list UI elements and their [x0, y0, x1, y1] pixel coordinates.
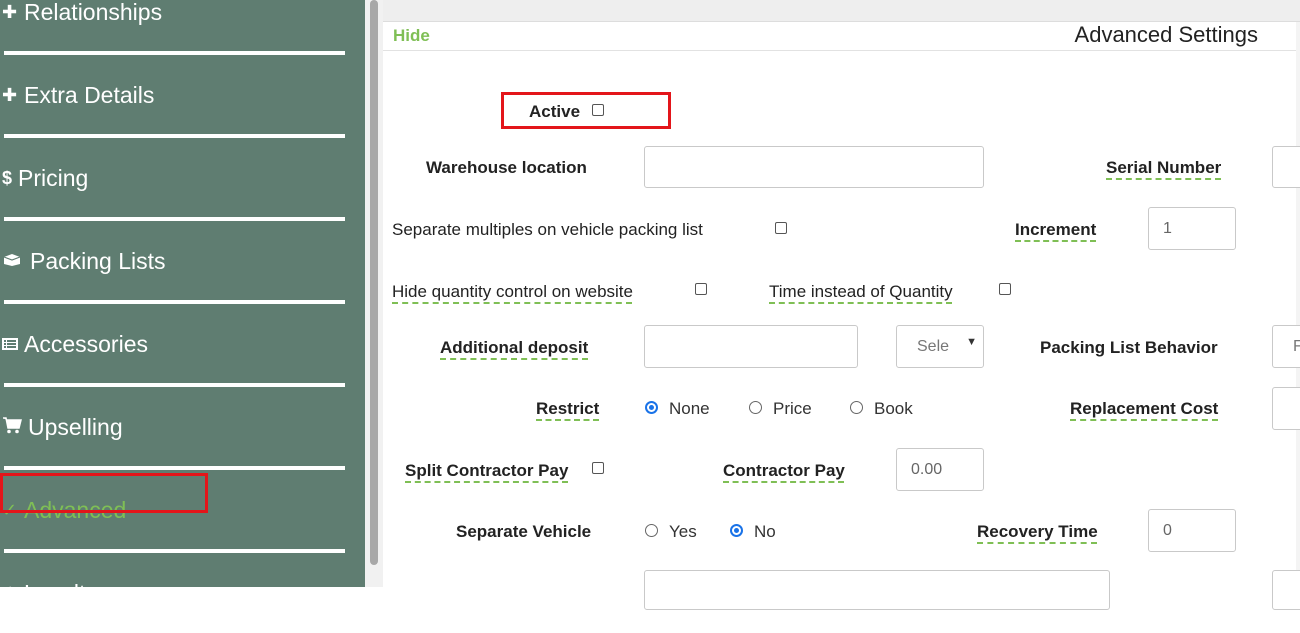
- scrollbar-thumb[interactable]: [370, 0, 378, 565]
- packing-list-behavior-value: F: [1293, 338, 1300, 356]
- sidebar-item-loyalty[interactable]: ★ Loyalty: [0, 553, 345, 633]
- replacement-cost-label: Replacement Cost: [1070, 399, 1219, 418]
- replacement-cost-input[interactable]: [1272, 387, 1300, 430]
- increment-label: Increment: [1015, 220, 1097, 239]
- next-row-input[interactable]: [644, 570, 1110, 610]
- contractor-pay-label: Contractor Pay: [723, 461, 845, 480]
- sidebar-item-upselling[interactable]: Upselling: [0, 387, 345, 467]
- sidebar-item-relationships[interactable]: ✚ Relationships: [0, 0, 345, 52]
- hide-quantity-checkbox[interactable]: [695, 283, 707, 295]
- sidebar-item-label: Packing Lists: [30, 247, 166, 274]
- recovery-time-input[interactable]: [1148, 509, 1236, 552]
- restrict-label: Restrict: [536, 399, 600, 418]
- time-instead-label: Time instead of Quantity: [769, 282, 953, 301]
- hide-link[interactable]: Hide: [393, 26, 430, 46]
- deposit-type-value: Sele: [917, 338, 950, 355]
- separate-vehicle-no-radio[interactable]: [730, 524, 743, 537]
- hide-quantity-label: Hide quantity control on website: [392, 282, 633, 301]
- separate-vehicle-yes-label: Yes: [669, 522, 697, 541]
- active-label: Active: [529, 102, 581, 121]
- time-instead-checkbox[interactable]: [999, 283, 1011, 295]
- sidebar-item-packing-lists[interactable]: Packing Lists: [0, 221, 345, 301]
- separate-vehicle-no-label: No: [754, 522, 776, 541]
- highlight-box: [0, 473, 208, 513]
- increment-input[interactable]: [1148, 207, 1236, 250]
- packing-list-behavior-select[interactable]: F: [1272, 325, 1300, 368]
- warehouse-location-input[interactable]: [644, 146, 984, 188]
- sidebar-item-extra-details[interactable]: ✚ Extra Details: [0, 55, 345, 135]
- packing-list-behavior-label: Packing List Behavior: [1040, 338, 1218, 357]
- sidebar-item-label: Pricing: [18, 164, 89, 191]
- list-icon: [2, 334, 22, 355]
- recovery-time-label: Recovery Time: [977, 522, 1098, 541]
- box-icon: [2, 251, 28, 272]
- sidebar-item-label: Loyalty: [24, 579, 97, 606]
- panel-edge: [1296, 22, 1300, 587]
- sidebar-item-label: Upselling: [28, 413, 123, 440]
- serial-number-input[interactable]: [1272, 146, 1300, 188]
- serial-number-label: Serial Number: [1106, 158, 1222, 177]
- additional-deposit-input[interactable]: [644, 325, 858, 368]
- split-contractor-checkbox[interactable]: [592, 462, 604, 474]
- sidebar: ✚ Relationships ✚ Extra Details $ Pricin…: [0, 0, 365, 606]
- additional-deposit-label: Additional deposit: [440, 338, 589, 357]
- sidebar-item-label: Accessories: [24, 330, 148, 357]
- sidebar-item-pricing[interactable]: $ Pricing: [0, 138, 345, 218]
- highlight-box: [501, 92, 671, 129]
- next-row-right-input[interactable]: [1272, 570, 1300, 610]
- split-contractor-label: Split Contractor Pay: [405, 461, 569, 480]
- panel-header: Hide Advanced Settings: [383, 22, 1300, 51]
- restrict-price-radio[interactable]: [749, 401, 762, 414]
- warehouse-location-label: Warehouse location: [426, 158, 587, 177]
- separate-vehicle-yes-radio[interactable]: [645, 524, 658, 537]
- sidebar-item-label: Extra Details: [24, 81, 155, 108]
- active-checkbox[interactable]: [592, 104, 604, 116]
- restrict-none-radio[interactable]: [645, 401, 658, 414]
- chevron-down-icon: ▼: [966, 336, 977, 348]
- plus-icon: ✚: [2, 84, 18, 105]
- main-panel: Hide Advanced Settings Active Warehouse …: [383, 0, 1300, 610]
- separate-vehicle-label: Separate Vehicle: [456, 522, 592, 541]
- restrict-price-label: Price: [773, 399, 812, 418]
- separate-multiples-checkbox[interactable]: [775, 222, 787, 234]
- star-icon: ★: [2, 582, 19, 603]
- restrict-book-radio[interactable]: [850, 401, 863, 414]
- plus-icon: ✚: [2, 1, 18, 22]
- restrict-none-label: None: [669, 399, 710, 418]
- contractor-pay-input[interactable]: [896, 448, 984, 491]
- separate-multiples-label: Separate multiples on vehicle packing li…: [392, 220, 703, 239]
- sidebar-item-accessories[interactable]: Accessories: [0, 304, 345, 384]
- restrict-book-label: Book: [874, 399, 913, 418]
- top-bar: [383, 0, 1300, 22]
- cart-icon: [2, 416, 26, 439]
- panel-title: Advanced Settings: [1074, 22, 1258, 47]
- deposit-type-select[interactable]: Sele ▼: [896, 325, 984, 368]
- sidebar-item-label: Relationships: [24, 0, 163, 25]
